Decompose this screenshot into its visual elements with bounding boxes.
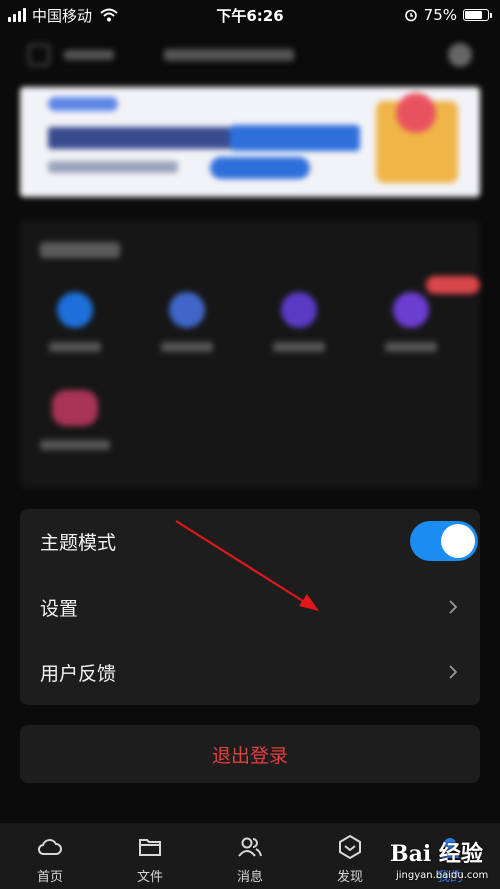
theme-mode-toggle[interactable] <box>410 521 478 561</box>
alarm-icon <box>404 9 417 22</box>
logout-button[interactable]: 退出登录 <box>20 725 480 783</box>
service-item <box>142 292 232 352</box>
feedback-row[interactable]: 用户反馈 <box>20 640 480 704</box>
chevron-right-icon <box>449 600 458 614</box>
service-item <box>366 292 456 352</box>
blurred-profile-area <box>0 30 500 500</box>
contacts-icon <box>238 837 262 857</box>
watermark-url: jingyan.baidu.com <box>396 870 489 881</box>
settings-row[interactable]: 设置 <box>20 575 480 639</box>
nav-files[interactable]: 文件 <box>100 823 200 889</box>
nav-messages[interactable]: 消息 <box>200 823 300 889</box>
carrier-name: 中国移动 <box>32 6 93 25</box>
settings-label: 设置 <box>40 597 79 620</box>
nav-label: 发现 <box>336 870 363 885</box>
service-item <box>254 292 344 352</box>
nav-home[interactable]: 首页 <box>0 823 100 889</box>
phone-blurred <box>164 49 294 61</box>
scan-icon <box>28 44 50 66</box>
theme-mode-label: 主题模式 <box>40 531 117 554</box>
username-blurred <box>64 50 114 60</box>
signal-icon <box>8 8 26 22</box>
promo-banner <box>20 87 480 197</box>
profile-header <box>28 40 472 70</box>
theme-mode-row[interactable]: 主题模式 <box>20 509 480 573</box>
folder-icon <box>139 839 161 856</box>
discover-icon <box>339 834 361 860</box>
status-bar: 中国移动 下午6:26 75% <box>0 0 500 30</box>
services-title-blurred <box>40 242 120 258</box>
feedback-label: 用户反馈 <box>40 662 117 685</box>
cloud-icon <box>37 839 62 855</box>
baidu-jingyan-watermark: Bai 经验 jingyan.baidu.com <box>390 836 494 886</box>
watermark-brand: Bai 经验 <box>390 841 483 867</box>
nav-label: 文件 <box>136 870 163 885</box>
nav-discover[interactable]: 发现 <box>300 823 400 889</box>
gear-icon <box>448 43 472 67</box>
service-item <box>30 390 120 450</box>
settings-card: 主题模式 设置 用户反馈 <box>20 509 480 705</box>
chevron-right-icon <box>449 665 458 679</box>
battery-percent: 75% <box>423 6 457 24</box>
toggle-knob <box>441 524 475 558</box>
battery-icon <box>463 9 492 21</box>
nav-label: 首页 <box>36 870 63 885</box>
wifi-icon <box>100 8 118 22</box>
service-item <box>30 292 120 352</box>
services-card <box>20 220 480 488</box>
nav-label: 消息 <box>236 870 263 885</box>
